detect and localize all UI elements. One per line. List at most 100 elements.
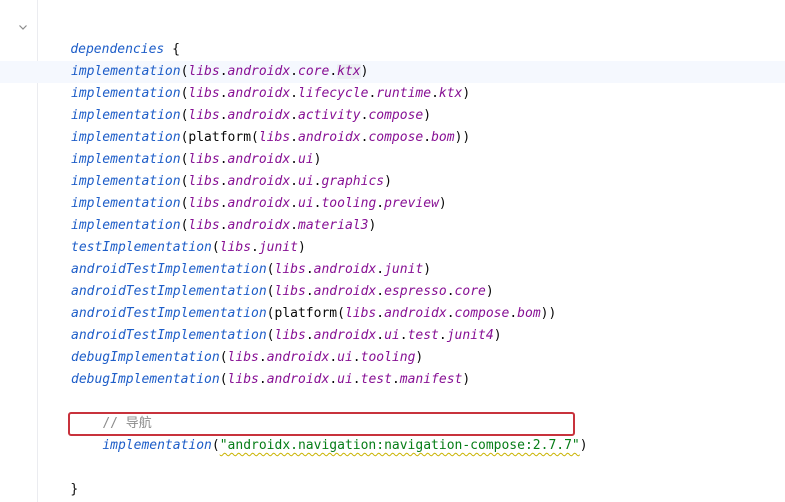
punctuation-token: . (399, 328, 408, 343)
property-token: activity (298, 108, 361, 123)
punctuation-token: platform( (188, 130, 259, 145)
function-name: androidTestImplementation (71, 262, 267, 277)
punctuation-token: . (219, 174, 228, 189)
property-token: manifest (399, 372, 463, 387)
string-literal: "androidx.navigation:navigation-compose:… (219, 438, 580, 453)
code-line[interactable]: implementation(platform(libs.androidx.co… (71, 127, 470, 149)
property-token: androidx (384, 306, 447, 321)
property-token: junit4 (446, 328, 494, 343)
code-line[interactable]: androidTestImplementation(platform(libs.… (71, 303, 556, 325)
property-token: androidx (227, 174, 291, 189)
property-token: compose (368, 130, 424, 145)
dependencies-block-close[interactable]: } (39, 457, 78, 497)
property-token: core (298, 64, 330, 79)
punctuation-token: . (376, 284, 385, 299)
punctuation-token: . (290, 196, 298, 211)
function-name: implementation (71, 108, 181, 123)
property-token: androidx (227, 218, 291, 233)
property-token: libs (188, 64, 220, 79)
close-paren: ) (313, 152, 322, 167)
chevron-down-icon[interactable] (17, 21, 29, 33)
code-line[interactable]: implementation(libs.androidx.ui) (71, 149, 321, 171)
close-paren: ) (423, 262, 432, 277)
function-name: implementation (71, 86, 181, 101)
punctuation-token: . (509, 306, 518, 321)
open-brace: { (172, 42, 180, 57)
property-token: preview (384, 196, 439, 211)
property-token: ui (298, 152, 314, 167)
close-brace: } (70, 482, 79, 497)
close-paren: ) (423, 108, 432, 123)
function-name: debugImplementation (71, 350, 220, 365)
punctuation-token: . (431, 86, 439, 101)
code-line[interactable]: implementation(libs.androidx.ui.graphics… (71, 171, 392, 193)
function-name: implementation (71, 130, 181, 145)
function-name: implementation (71, 218, 181, 233)
property-token: libs (227, 372, 259, 387)
property-token: ui (337, 372, 353, 387)
property-token: tooling (321, 196, 377, 211)
close-paren: ) (438, 196, 447, 211)
code-line[interactable]: implementation(libs.androidx.lifecycle.r… (71, 83, 470, 105)
property-token: androidx (227, 196, 291, 211)
property-token: libs (188, 196, 220, 211)
code-line[interactable]: debugImplementation(libs.androidx.ui.too… (71, 347, 423, 369)
property-token: ktx (337, 64, 361, 79)
punctuation-token: . (219, 108, 228, 123)
close-paren: ) (579, 438, 588, 453)
property-token: ui (298, 174, 314, 189)
punctuation-token: . (352, 372, 361, 387)
property-token: libs (274, 284, 306, 299)
code-line[interactable]: implementation(libs.androidx.ui.tooling.… (71, 193, 447, 215)
code-line[interactable]: androidTestImplementation(libs.androidx.… (71, 325, 502, 347)
function-name: implementation (71, 174, 181, 189)
property-token: core (454, 284, 486, 299)
property-token: libs (344, 306, 377, 321)
punctuation-token: . (438, 328, 447, 343)
punctuation-token: . (219, 64, 228, 79)
comment-line[interactable]: // 导航 (71, 391, 151, 431)
property-token: ui (384, 328, 400, 343)
code-line[interactable]: androidTestImplementation(libs.androidx.… (71, 259, 431, 281)
punctuation-token: . (258, 350, 267, 365)
navigation-dependency-line[interactable]: implementation("androidx.navigation:navi… (71, 413, 587, 453)
punctuation-token: . (258, 372, 267, 387)
punctuation-token: . (329, 350, 338, 365)
code-editor[interactable]: dependencies { implementation(libs.andro… (0, 0, 785, 502)
code-line[interactable]: implementation(libs.androidx.core.ktx) (71, 61, 368, 83)
punctuation-token: . (305, 284, 314, 299)
property-token: junit (384, 262, 424, 277)
code-line[interactable]: androidTestImplementation(libs.androidx.… (71, 281, 494, 303)
function-name: androidTestImplementation (71, 284, 267, 299)
property-token: libs (188, 152, 220, 167)
property-token: test (407, 328, 439, 343)
punctuation-token: . (446, 306, 455, 321)
punctuation-token: . (251, 240, 259, 255)
punctuation-token: . (290, 218, 298, 233)
code-line[interactable]: debugImplementation(libs.androidx.ui.tes… (71, 369, 470, 391)
property-token: libs (258, 130, 291, 145)
property-token: androidx (227, 152, 291, 167)
property-token: libs (274, 262, 306, 277)
close-paren: ) (415, 350, 424, 365)
property-token: espresso (384, 284, 447, 299)
punctuation-token: . (352, 350, 361, 365)
property-token: libs (227, 350, 259, 365)
open-paren: ( (211, 240, 220, 255)
property-token: libs (188, 218, 220, 233)
punctuation-token: . (290, 108, 298, 123)
dependencies-block-open[interactable]: dependencies { (39, 17, 180, 57)
function-name: androidTestImplementation (71, 328, 267, 343)
dependencies-keyword: dependencies (70, 42, 165, 57)
function-name: implementation (71, 152, 181, 167)
punctuation-token: . (391, 372, 400, 387)
punctuation-token: . (219, 152, 228, 167)
code-line[interactable]: implementation(libs.androidx.material3) (71, 215, 376, 237)
code-line[interactable]: testImplementation(libs.junit) (71, 237, 306, 259)
code-line[interactable]: implementation(libs.androidx.activity.co… (71, 105, 431, 127)
property-token: compose (368, 108, 424, 123)
property-token: androidx (227, 108, 291, 123)
property-token: androidx (298, 130, 361, 145)
property-token: libs (219, 240, 252, 255)
property-token: ktx (438, 86, 463, 101)
